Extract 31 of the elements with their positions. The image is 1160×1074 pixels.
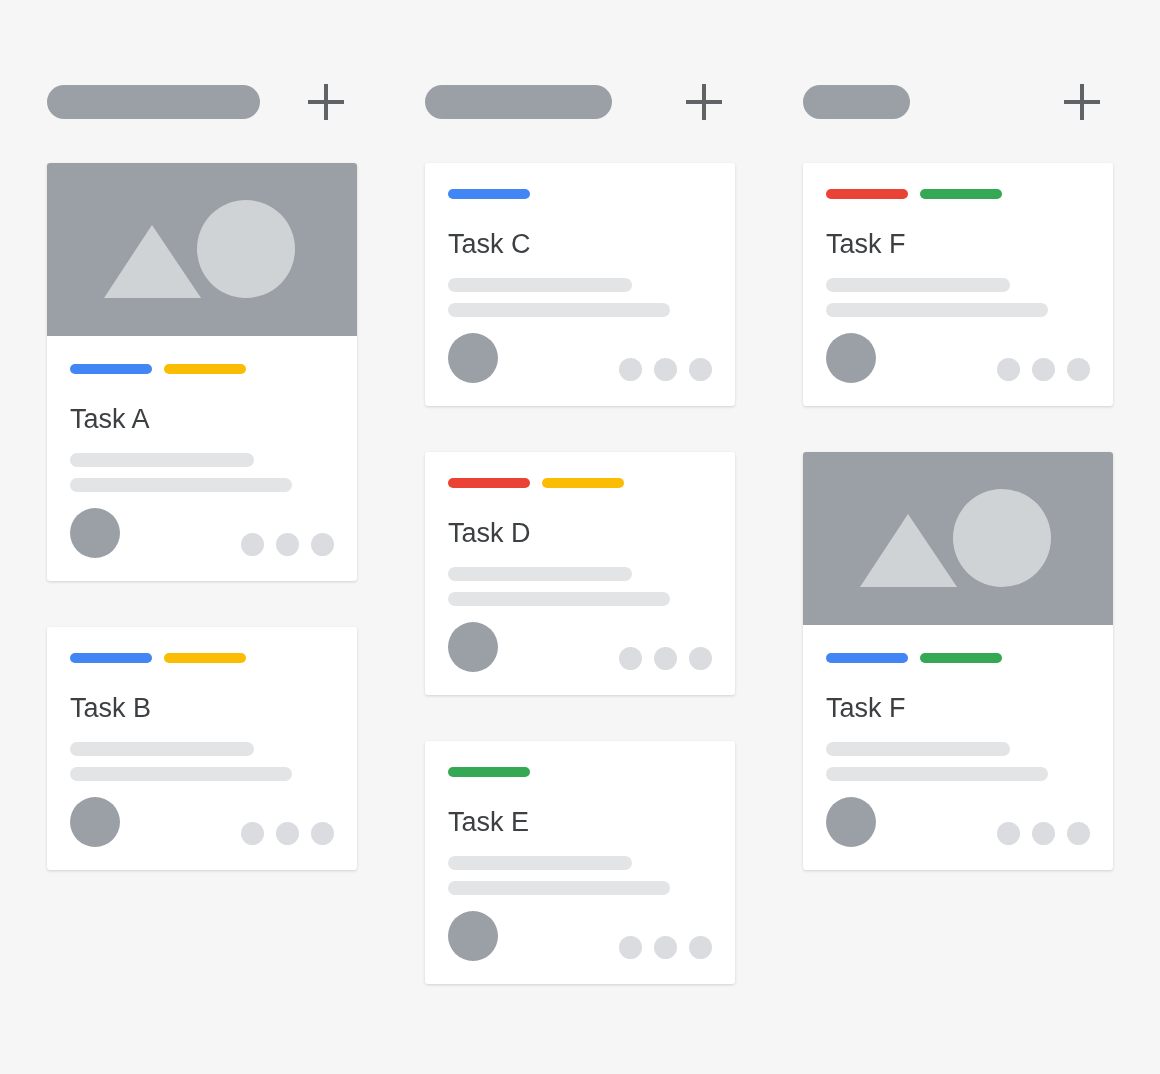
task-card[interactable]: Task D [425,452,735,695]
task-card[interactable]: Task B [47,627,357,870]
more-dots-icon[interactable] [241,533,334,556]
more-dots-icon[interactable] [619,936,712,959]
add-icon[interactable] [306,82,346,122]
avatar-icon [70,508,120,558]
more-dots-icon[interactable] [997,358,1090,381]
task-card[interactable]: Task C [425,163,735,406]
card-title: Task E [448,806,530,839]
avatar-icon [448,622,498,672]
task-card[interactable]: Task A [47,163,357,581]
more-dots-icon[interactable] [619,358,712,381]
avatar-icon [70,797,120,847]
add-icon[interactable] [684,82,724,122]
add-icon[interactable] [1062,82,1102,122]
more-dots-icon[interactable] [619,647,712,670]
avatar-icon [448,333,498,383]
more-dots-icon[interactable] [997,822,1090,845]
task-card[interactable]: Task E [425,741,735,984]
card-title: Task C [448,228,531,261]
card-title: Task F [826,228,906,261]
task-card[interactable]: Task F [803,163,1113,406]
more-dots-icon[interactable] [241,822,334,845]
card-title: Task B [70,692,152,725]
card-title: Task F [826,692,906,725]
avatar-icon [826,333,876,383]
card-title: Task D [448,517,531,550]
avatar-icon [826,797,876,847]
card-title: Task A [70,403,150,436]
task-card[interactable]: Task F [803,452,1113,870]
avatar-icon [448,911,498,961]
